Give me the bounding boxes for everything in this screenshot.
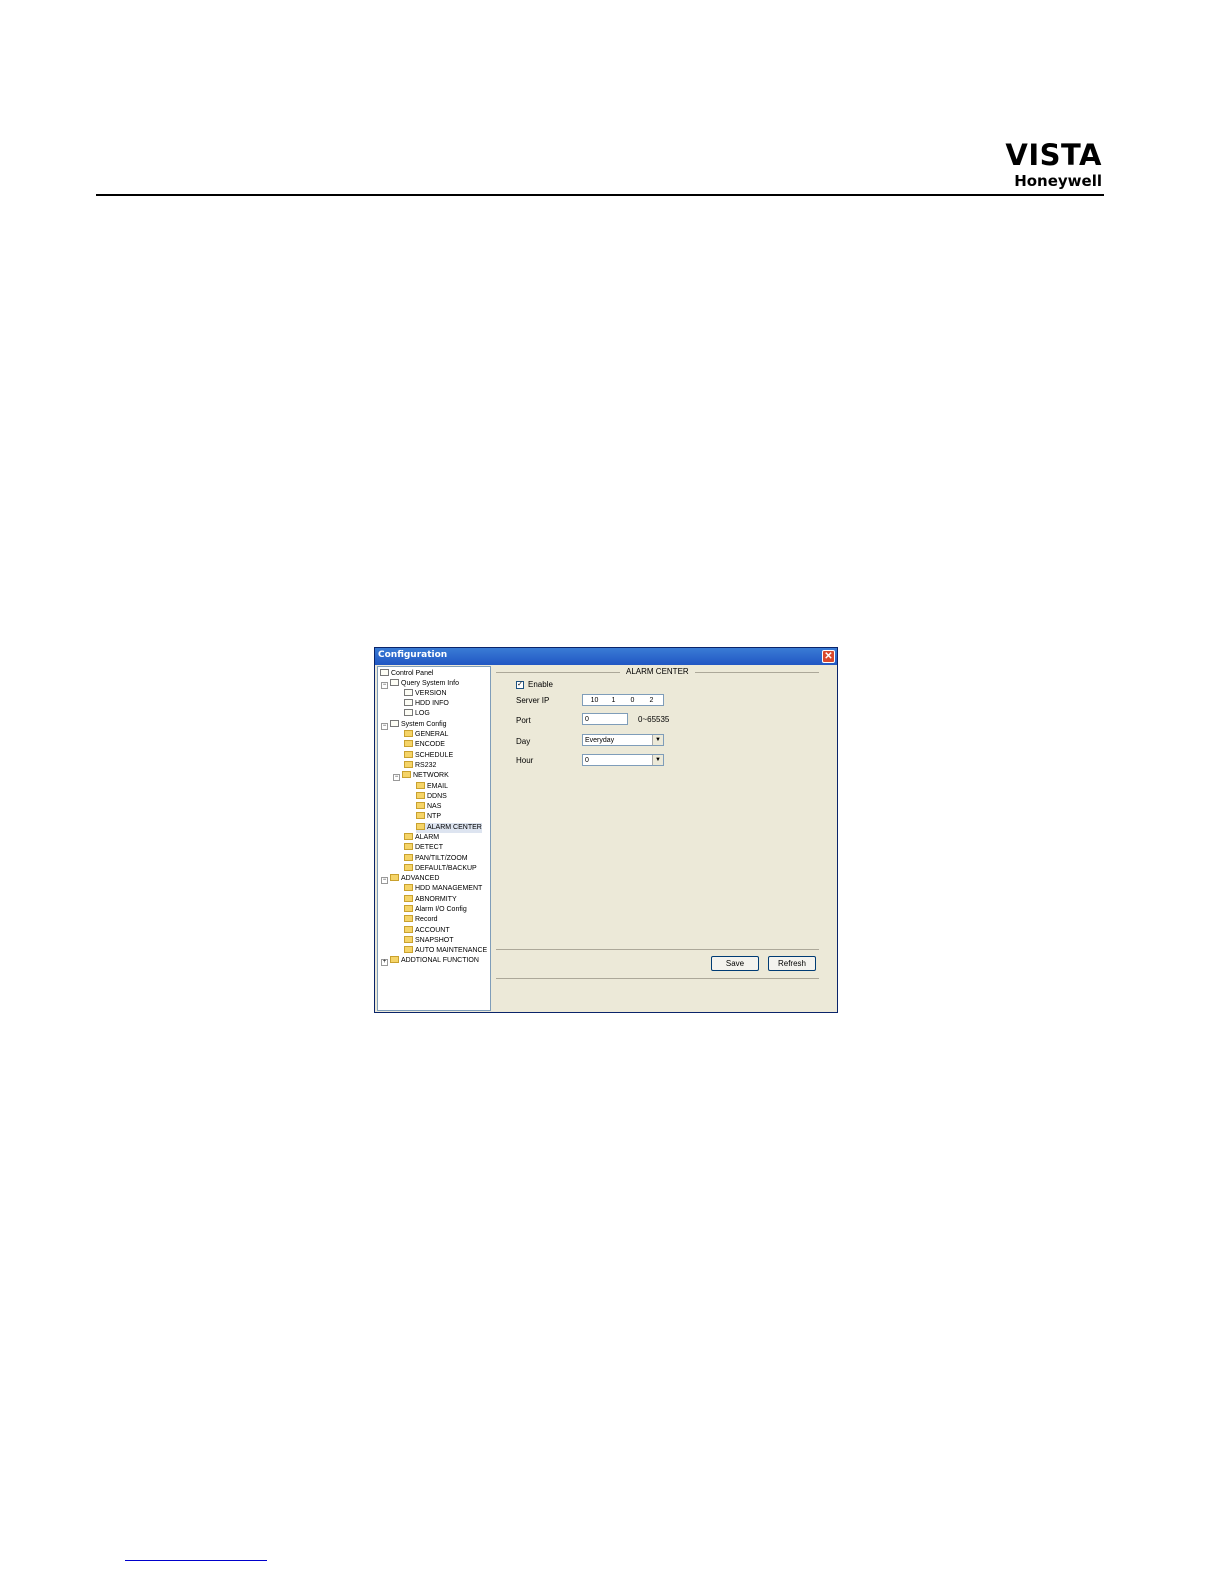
tree-item-rs232[interactable]: RS232	[404, 761, 436, 771]
brand-sub: Honeywell	[1014, 172, 1102, 190]
brand-logo: VISTA Honeywell	[1005, 140, 1102, 190]
save-button[interactable]: Save	[711, 956, 759, 971]
group-title: ALARM CENTER	[620, 667, 695, 676]
brand-name: VISTA	[1005, 138, 1102, 172]
tree-item-record[interactable]: Record	[404, 915, 438, 925]
collapse-icon[interactable]: −	[393, 774, 400, 781]
tools-icon	[390, 874, 399, 881]
ip-octet-4[interactable]: 2	[642, 695, 661, 706]
note-icon	[404, 709, 413, 716]
folder-icon	[404, 905, 413, 912]
collapse-icon[interactable]: −	[381, 723, 388, 730]
enable-label: Enable	[528, 680, 553, 689]
tree-item-encode[interactable]: ENCODE	[404, 740, 445, 750]
tree-item-schedule[interactable]: SCHEDULE	[404, 751, 453, 761]
note-icon	[390, 679, 399, 686]
folder-icon	[404, 864, 413, 871]
port-range-hint: 0~65535	[638, 715, 670, 724]
tree-item-additional-function[interactable]: + ADDTIONAL FUNCTION	[381, 956, 479, 966]
folder-icon	[404, 915, 413, 922]
content-panel: ALARM CENTER ✓ Enable Server IP 10 1 0 2 Po…	[492, 666, 835, 1010]
tree-item-query-system-info[interactable]: − Query System Info	[381, 679, 459, 689]
tree-item-nas[interactable]: NAS	[416, 802, 441, 812]
folder-icon	[404, 761, 413, 768]
footer-link-underline[interactable]	[125, 1560, 267, 1561]
folder-icon	[416, 782, 425, 789]
port-label: Port	[516, 716, 531, 725]
tree-item-detect[interactable]: DETECT	[404, 843, 443, 853]
tree-item-hdd-info[interactable]: HDD INFO	[404, 699, 449, 709]
folder-icon	[404, 730, 413, 737]
folder-icon	[404, 833, 413, 840]
folder-icon	[416, 812, 425, 819]
title-bar[interactable]: Configuration ✕	[375, 648, 837, 665]
hour-select[interactable]: 0 ▼	[582, 754, 664, 766]
refresh-button[interactable]: Refresh	[768, 956, 816, 971]
enable-checkbox[interactable]: ✓	[516, 681, 524, 689]
folder-icon	[404, 946, 413, 953]
folder-icon	[404, 740, 413, 747]
tree-item-snapshot[interactable]: SNAPSHOT	[404, 936, 454, 946]
day-select[interactable]: Everyday ▼	[582, 734, 664, 746]
collapse-icon[interactable]: −	[381, 682, 388, 689]
divider	[496, 978, 819, 979]
tree-item-advanced[interactable]: − ADVANCED	[381, 874, 439, 884]
dropdown-arrow-icon[interactable]: ▼	[652, 735, 663, 745]
day-select-value: Everyday	[585, 737, 615, 744]
tree-item-hdd-management[interactable]: HDD MANAGEMENT	[404, 884, 482, 894]
server-ip-label: Server IP	[516, 696, 550, 705]
tree-item-account[interactable]: ACCOUNT	[404, 926, 450, 936]
tree-item-log[interactable]: LOG	[404, 709, 430, 719]
folder-icon	[404, 843, 413, 850]
configuration-window: Configuration ✕ Control Panel − Query Sys…	[374, 647, 838, 1013]
folder-icon	[404, 936, 413, 943]
tree-item-general[interactable]: GENERAL	[404, 730, 448, 740]
tree-item-abnormity[interactable]: ABNORMITY	[404, 895, 457, 905]
close-button[interactable]: ✕	[822, 650, 835, 663]
settings-icon	[390, 720, 399, 727]
close-icon: ✕	[824, 651, 833, 662]
folder-icon	[416, 823, 425, 830]
header-rule	[96, 194, 1104, 196]
note-icon	[404, 689, 413, 696]
ip-octet-3[interactable]: 0	[623, 695, 642, 706]
port-input[interactable]: 0	[582, 713, 628, 725]
hour-label: Hour	[516, 756, 534, 765]
folder-icon	[404, 884, 413, 891]
tree-item-version[interactable]: VERSION	[404, 689, 447, 699]
config-tree: Control Panel − Query System Info VERSION…	[377, 666, 491, 1011]
tree-item-auto-maintenance[interactable]: AUTO MAINTENANCE	[404, 946, 487, 956]
tree-item-default-backup[interactable]: DEFAULT/BACKUP	[404, 864, 477, 874]
ip-octet-2[interactable]: 1	[604, 695, 623, 706]
day-label: Day	[516, 737, 531, 746]
folder-icon	[404, 854, 413, 861]
folder-icon	[402, 771, 411, 778]
collapse-icon[interactable]: −	[381, 877, 388, 884]
tree-item-pan-tilt-zoom[interactable]: PAN/TILT/ZOOM	[404, 854, 468, 864]
folder-icon	[404, 751, 413, 758]
divider	[496, 949, 819, 950]
tree-item-ddns[interactable]: DDNS	[416, 792, 447, 802]
server-ip-field[interactable]: 10 1 0 2	[582, 694, 664, 706]
tree-item-email[interactable]: EMAIL	[416, 782, 448, 792]
tree-item-alarm-io-config[interactable]: Alarm I/O Config	[404, 905, 467, 915]
expand-icon[interactable]: +	[381, 959, 388, 966]
tree-item-alarm-center[interactable]: ALARM CENTER	[416, 823, 482, 833]
folder-icon	[404, 895, 413, 902]
folder-icon	[390, 956, 399, 963]
folder-icon	[416, 802, 425, 809]
control-panel-icon	[380, 669, 389, 676]
tree-item-network[interactable]: − NETWORK	[393, 771, 449, 781]
tree-item-ntp[interactable]: NTP	[416, 812, 441, 822]
window-title: Configuration	[378, 650, 448, 660]
note-icon	[404, 699, 413, 706]
tree-item-alarm[interactable]: ALARM	[404, 833, 439, 843]
tree-item-system-config[interactable]: − System Config	[381, 720, 447, 730]
folder-icon	[416, 792, 425, 799]
dropdown-arrow-icon[interactable]: ▼	[652, 755, 663, 765]
hour-select-value: 0	[585, 757, 589, 764]
folder-icon	[404, 926, 413, 933]
ip-octet-1[interactable]: 10	[585, 695, 604, 706]
tree-item-control-panel[interactable]: Control Panel	[380, 669, 433, 679]
